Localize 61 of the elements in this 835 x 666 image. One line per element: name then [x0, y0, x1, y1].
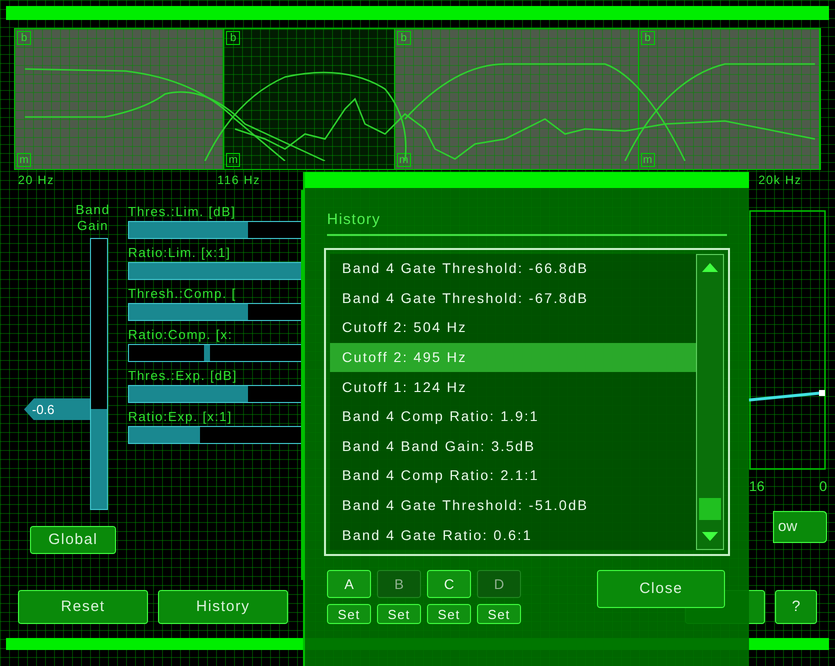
band-bottom-label[interactable]: m	[226, 153, 240, 167]
history-item[interactable]: Cutoff 2: 495 Hz	[330, 342, 696, 372]
band-top-label[interactable]: b	[640, 31, 655, 45]
set-button[interactable]: Set	[377, 604, 421, 624]
preset-button[interactable]: A	[327, 570, 371, 598]
slider-track[interactable]	[128, 344, 301, 362]
preset-button[interactable]: B	[377, 570, 421, 598]
history-item[interactable]: Band 4 Comp Ratio: 1.9:1	[330, 402, 696, 432]
slider-label: Ratio:Exp. [x:1]	[128, 409, 234, 425]
axis-label: 16	[749, 477, 765, 496]
axis-label: 0	[819, 477, 827, 496]
slider-label: Ratio:Comp. [x:	[128, 327, 234, 343]
slider-thumb[interactable]	[204, 345, 210, 361]
band-gain-slider[interactable]	[90, 238, 108, 510]
global-button[interactable]: Global	[30, 526, 116, 554]
set-button[interactable]: Set	[427, 604, 471, 624]
scroll-up-icon[interactable]	[702, 263, 718, 272]
close-button[interactable]: Close	[597, 570, 725, 608]
slider-track[interactable]	[128, 385, 301, 403]
slider-label: Thres.:Exp. [dB]	[128, 368, 238, 384]
band-top-label[interactable]: b	[396, 31, 411, 45]
band-region[interactable]: b m	[394, 29, 639, 169]
scrollbar[interactable]	[696, 254, 724, 550]
history-item[interactable]: Band 4 Gate Threshold: -67.8dB	[330, 284, 696, 314]
band-top-label[interactable]: b	[17, 31, 31, 45]
preset-button[interactable]: C	[427, 570, 471, 598]
slider-track[interactable]	[128, 303, 301, 321]
history-item[interactable]: Cutoff 1: 124 Hz	[330, 372, 696, 402]
band-gain-value: -0.6	[24, 398, 90, 420]
scroll-down-icon[interactable]	[702, 532, 718, 541]
frequency-label: 20 Hz	[18, 173, 54, 187]
slider-label: Thres.:Lim. [dB]	[128, 204, 237, 220]
history-item[interactable]: Band 4 Band Gain: 3.5dB	[330, 432, 696, 462]
frequency-label: 116 Hz	[217, 173, 260, 187]
frequency-label: 20k Hz	[758, 173, 802, 187]
show-button[interactable]: ow	[773, 511, 827, 543]
preset-button[interactable]: D	[477, 570, 521, 598]
band-bottom-label[interactable]: m	[396, 153, 411, 167]
history-item[interactable]: Band 4 Gate Threshold: -66.8dB	[330, 254, 696, 284]
history-item[interactable]: Cutoff 2: 504 Hz	[330, 313, 696, 343]
band-bottom-label[interactable]: m	[17, 153, 31, 167]
history-item[interactable]: Band 4 Gate Ratio: 0.6:1	[330, 520, 696, 550]
toolbar-button[interactable]: Reset	[18, 590, 148, 624]
slider-track[interactable]	[128, 221, 301, 239]
band-region[interactable]: b m	[224, 29, 395, 169]
dialog-title: History	[327, 211, 381, 228]
scroll-thumb[interactable]	[699, 498, 721, 520]
history-item[interactable]: Band 4 Gate Threshold: -51.0dB	[330, 490, 696, 520]
help-button[interactable]: ?	[775, 590, 817, 624]
toolbar-button[interactable]: History	[158, 590, 288, 624]
slider-label: Thresh.:Comp. [	[128, 286, 238, 302]
band-region[interactable]: b m	[15, 29, 224, 169]
band-bottom-label[interactable]: m	[640, 153, 655, 167]
set-button[interactable]: Set	[327, 604, 371, 624]
band-gain-label: Band Gain	[76, 202, 110, 234]
history-item[interactable]: Band 4 Comp Ratio: 2.1:1	[330, 461, 696, 491]
slider-label: Ratio:Lim. [x:1]	[128, 245, 232, 261]
band-top-label[interactable]: b	[226, 31, 240, 45]
band-region[interactable]: b m	[638, 29, 820, 169]
set-button[interactable]: Set	[477, 604, 521, 624]
slider-track[interactable]	[128, 426, 301, 444]
